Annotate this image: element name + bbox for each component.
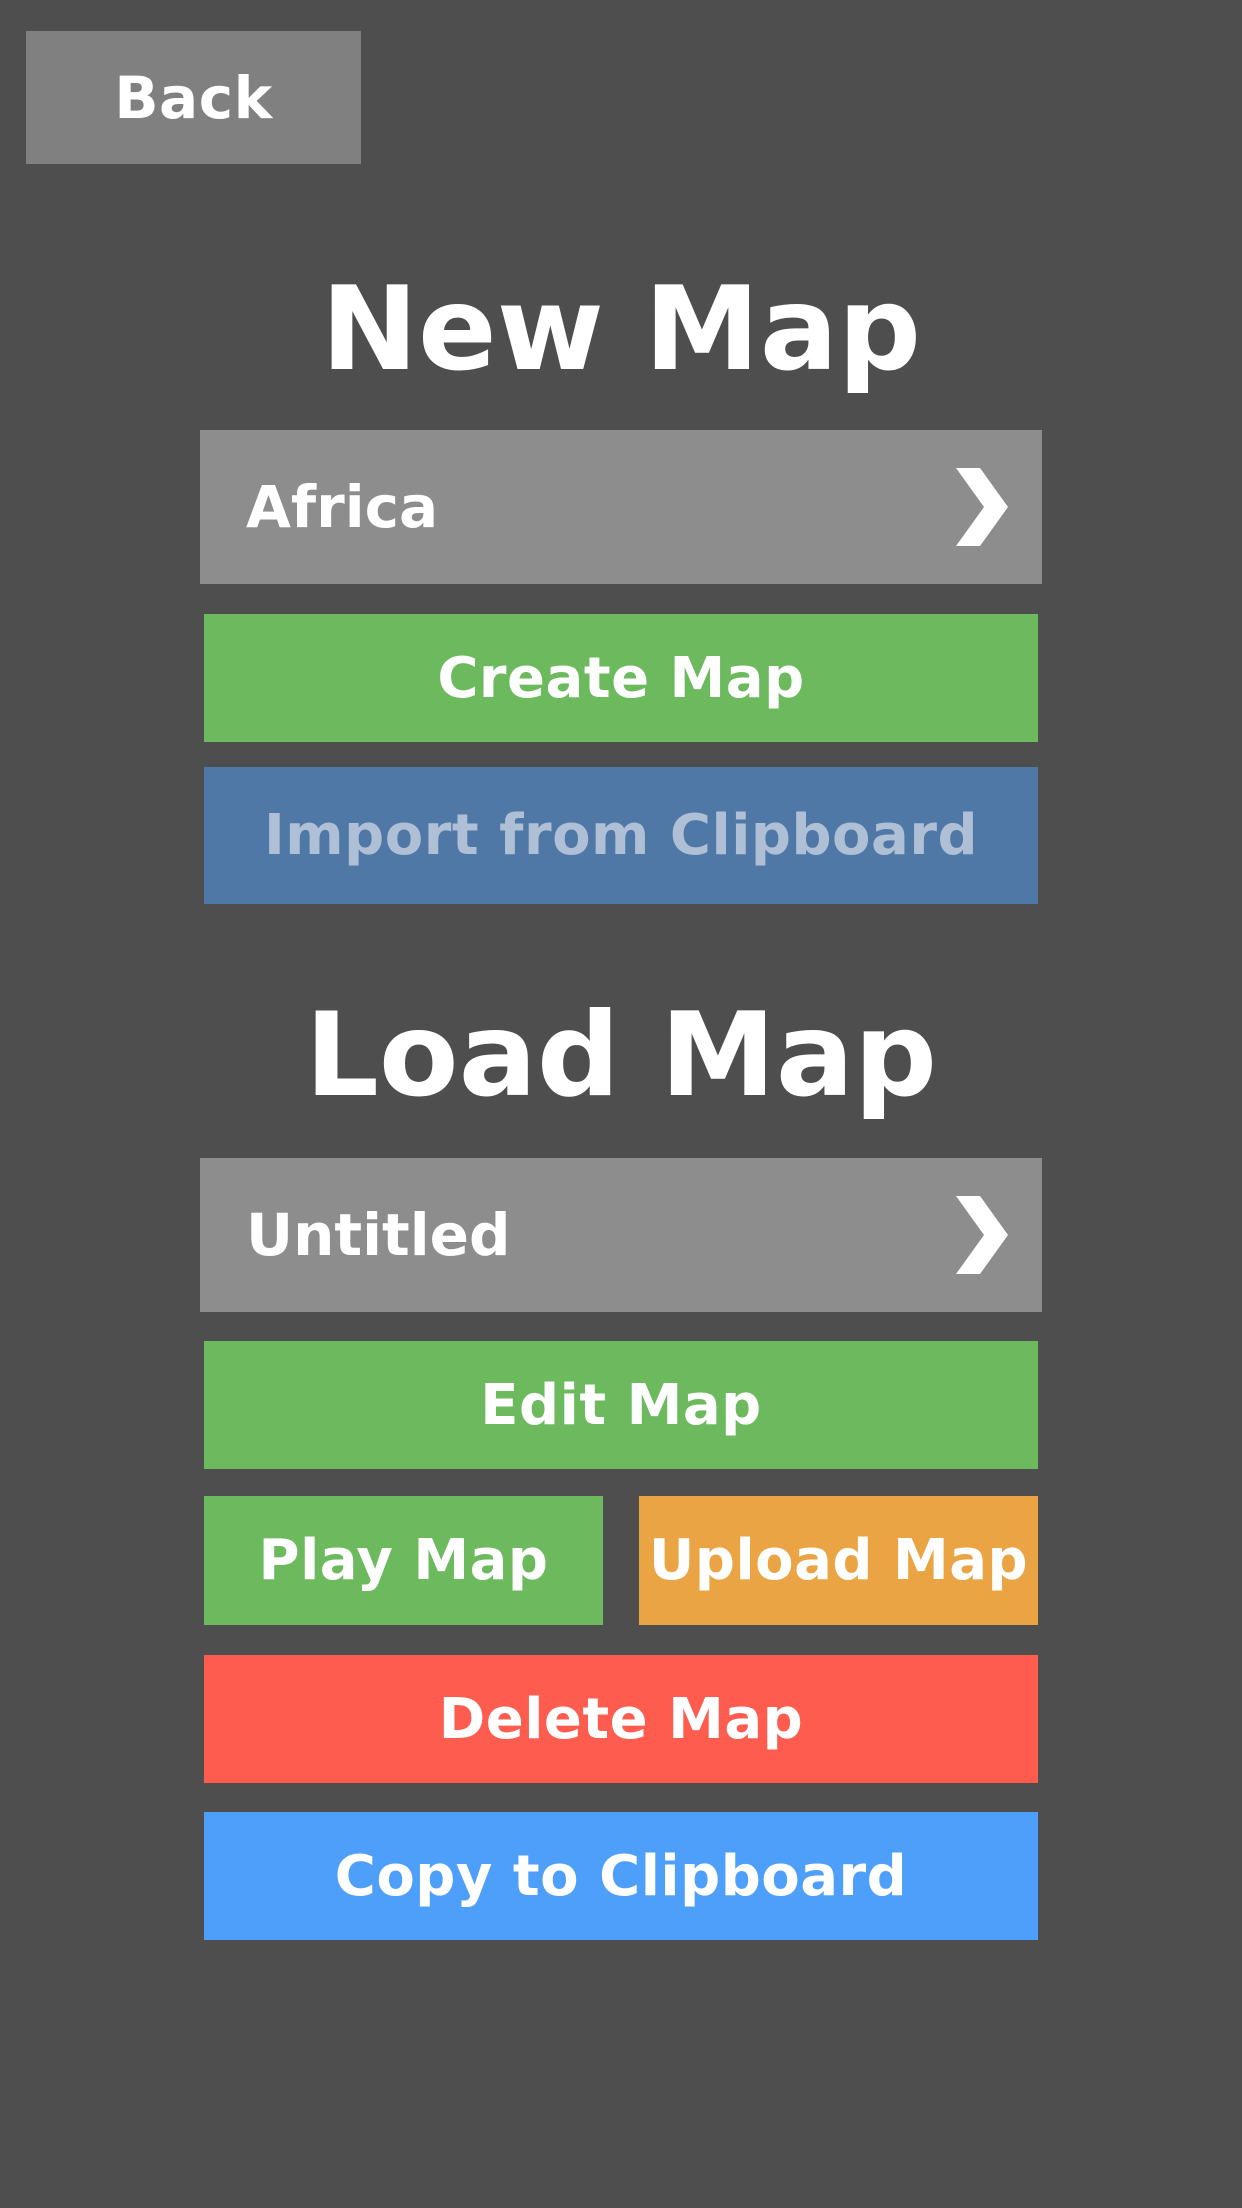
upload-map-button[interactable]: Upload Map bbox=[639, 1496, 1038, 1625]
back-button[interactable]: Back bbox=[26, 31, 361, 164]
saved-map-label: Untitled bbox=[246, 1201, 511, 1269]
map-template-label: Africa bbox=[246, 473, 439, 541]
create-map-button[interactable]: Create Map bbox=[204, 614, 1038, 742]
delete-map-button[interactable]: Delete Map bbox=[204, 1655, 1038, 1783]
chevron-right-icon bbox=[950, 1195, 1010, 1275]
map-template-selector[interactable]: Africa bbox=[200, 430, 1042, 584]
load-map-heading: Load Map bbox=[304, 988, 938, 1123]
copy-to-clipboard-button[interactable]: Copy to Clipboard bbox=[204, 1812, 1038, 1940]
saved-map-selector[interactable]: Untitled bbox=[200, 1158, 1042, 1312]
new-map-heading: New Map bbox=[320, 262, 922, 397]
map-editor-screen: Back New Map Africa Create Map Import fr… bbox=[0, 0, 1242, 2208]
chevron-right-icon bbox=[950, 467, 1010, 547]
play-map-button[interactable]: Play Map bbox=[204, 1496, 603, 1625]
edit-map-button[interactable]: Edit Map bbox=[204, 1341, 1038, 1469]
import-from-clipboard-button[interactable]: Import from Clipboard bbox=[204, 767, 1038, 904]
